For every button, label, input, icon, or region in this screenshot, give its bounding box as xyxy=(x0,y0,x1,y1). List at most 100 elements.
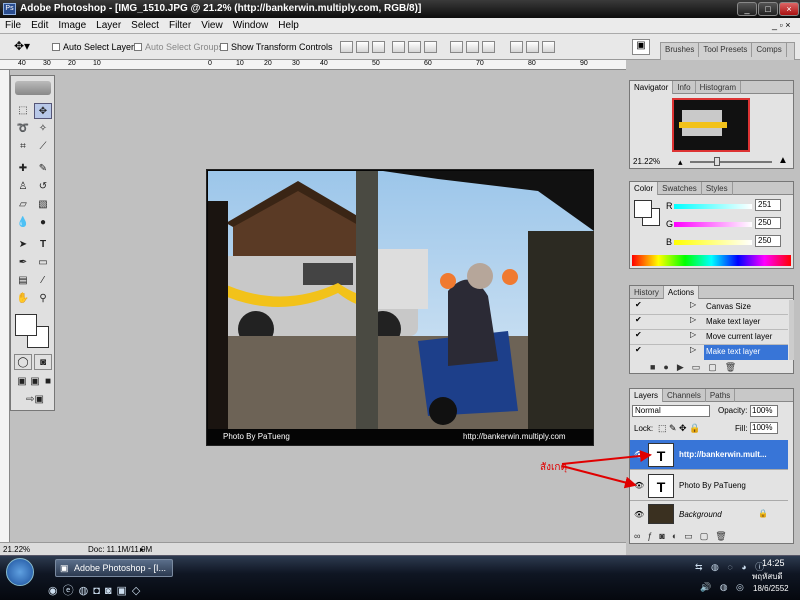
tab-paths[interactable]: Paths xyxy=(706,389,736,402)
list-item[interactable]: ✔ ▷ Make text layer xyxy=(630,345,788,360)
gradient-tool-icon[interactable]: ▧ xyxy=(34,197,52,213)
menu-select[interactable]: Select xyxy=(126,18,164,34)
list-item[interactable]: ✔ ▷ Move current layer xyxy=(630,330,788,345)
slice-tool-icon[interactable]: ⟋ xyxy=(34,139,52,155)
align-vcenter-button[interactable] xyxy=(356,41,369,53)
menu-window[interactable]: Window xyxy=(228,18,274,34)
pen-tool-icon[interactable]: ✒ xyxy=(14,255,32,271)
eyedropper-tool-icon[interactable]: ⁄ xyxy=(34,273,52,289)
foreground-color-swatch[interactable] xyxy=(15,314,37,336)
menu-file[interactable]: File xyxy=(0,18,26,34)
navigator-zoom-slider[interactable] xyxy=(690,161,772,163)
healing-brush-tool-icon[interactable]: ✚ xyxy=(14,161,32,177)
tab-history[interactable]: History xyxy=(630,286,664,299)
layer-controls[interactable]: ∞ƒ◙◐▭▢🗑 xyxy=(634,531,734,542)
zoom-in-icon[interactable]: ▲ xyxy=(778,155,788,166)
quick-mask-icon[interactable]: ◙ xyxy=(34,354,52,370)
taskbar-task-photoshop[interactable]: ▣ Adobe Photoshop - [I... xyxy=(55,559,173,577)
navigator-zoom-thumb[interactable] xyxy=(714,157,720,166)
tab-actions[interactable]: Actions xyxy=(663,286,700,299)
tray-date[interactable]: 18/6/2552 xyxy=(753,584,789,593)
navigator-zoom-value[interactable]: 21.22% xyxy=(633,157,660,166)
tab-color[interactable]: Color xyxy=(630,182,659,195)
shape-tool-icon[interactable]: ▭ xyxy=(34,255,52,271)
history-brush-tool-icon[interactable]: ↺ xyxy=(34,179,52,195)
brush-tool-icon[interactable]: ✎ xyxy=(34,161,52,177)
palette-well-tool-presets-tab[interactable]: Tool Presets xyxy=(699,43,753,57)
distribute-hcenter-button[interactable] xyxy=(526,41,539,53)
fill-input[interactable]: 100% xyxy=(750,422,778,434)
type-tool-icon[interactable]: T xyxy=(34,237,52,253)
b-slider[interactable] xyxy=(674,240,752,245)
tab-histogram[interactable]: Histogram xyxy=(696,81,742,94)
auto-select-groups-checkbox[interactable] xyxy=(134,43,142,51)
dodge-tool-icon[interactable]: ● xyxy=(34,215,52,231)
g-value-input[interactable]: 250 xyxy=(755,217,781,229)
standard-mode-icon[interactable]: ◯ xyxy=(14,354,32,370)
marquee-tool-icon[interactable]: ⬚ xyxy=(14,103,32,119)
distribute-vcenter-button[interactable] xyxy=(466,41,479,53)
auto-select-layer-option[interactable]: Auto Select Layer xyxy=(52,42,134,52)
tray-time[interactable]: 14:25 xyxy=(762,558,785,568)
notes-tool-icon[interactable]: ▤ xyxy=(14,273,32,289)
tab-swatches[interactable]: Swatches xyxy=(658,182,702,195)
path-selection-tool-icon[interactable]: ➤ xyxy=(14,237,32,253)
g-slider[interactable] xyxy=(674,222,752,227)
zoom-tool-icon[interactable]: ⚲ xyxy=(34,291,52,307)
quick-launch-icons[interactable]: ◉ⓔ◍◘◙▣◇ xyxy=(48,582,145,598)
maximize-button[interactable]: □ xyxy=(758,2,778,16)
tab-channels[interactable]: Channels xyxy=(663,389,706,402)
tab-layers[interactable]: Layers xyxy=(630,389,664,402)
align-left-button[interactable] xyxy=(392,41,405,53)
blend-mode-select[interactable]: Normal xyxy=(632,405,710,417)
tab-navigator[interactable]: Navigator xyxy=(630,81,674,94)
hand-tool-icon[interactable]: ✋ xyxy=(14,291,32,307)
distribute-left-button[interactable] xyxy=(510,41,523,53)
color-panel-foreground[interactable] xyxy=(634,200,652,218)
align-right-button[interactable] xyxy=(424,41,437,53)
layer-row-background[interactable]: 👁 Background 🔒 xyxy=(630,502,788,528)
palette-well-brushes-tab[interactable]: Brushes xyxy=(661,43,700,57)
r-slider[interactable] xyxy=(674,204,752,209)
distribute-right-button[interactable] xyxy=(542,41,555,53)
palette-well-comps-tab[interactable]: Comps xyxy=(752,43,787,57)
tray-day[interactable]: พฤหัสบดี xyxy=(752,570,783,583)
menu-image[interactable]: Image xyxy=(53,18,91,34)
align-hcenter-button[interactable] xyxy=(408,41,421,53)
crop-tool-icon[interactable]: ⌗ xyxy=(14,139,32,155)
document-canvas[interactable]: Photo By PaTueng http://bankerwin.multip… xyxy=(206,169,594,446)
action-controls[interactable]: ■●▶▭▢🗑 xyxy=(650,362,744,373)
blur-tool-icon[interactable]: 💧 xyxy=(14,215,32,231)
menu-edit[interactable]: Edit xyxy=(26,18,53,34)
show-transform-controls-checkbox[interactable] xyxy=(220,43,228,51)
color-ramp[interactable] xyxy=(632,255,791,266)
auto-select-groups-option[interactable]: Auto Select Groups xyxy=(134,42,223,52)
actions-scrollbar[interactable] xyxy=(789,300,794,360)
align-bottom-button[interactable] xyxy=(372,41,385,53)
eraser-tool-icon[interactable]: ▱ xyxy=(14,197,32,213)
tab-info[interactable]: Info xyxy=(673,81,696,94)
list-item[interactable]: ✔ ▷ Make text layer xyxy=(630,315,788,330)
move-tool-icon[interactable]: ✥ xyxy=(34,103,52,119)
clone-stamp-tool-icon[interactable]: ♙ xyxy=(14,179,32,195)
lasso-tool-icon[interactable]: ➰ xyxy=(14,121,32,137)
tray-icons-lower[interactable]: 🔊 ◍ ◎ xyxy=(700,582,747,593)
distribute-top-button[interactable] xyxy=(450,41,463,53)
r-value-input[interactable]: 251 xyxy=(755,199,781,211)
b-value-input[interactable]: 250 xyxy=(755,235,781,247)
minimize-button[interactable]: _ xyxy=(737,2,757,16)
menu-help[interactable]: Help xyxy=(273,18,304,34)
zoom-out-icon[interactable]: ▴ xyxy=(678,157,683,168)
list-item[interactable]: ✔ ▷ Canvas Size xyxy=(630,300,788,315)
file-browser-icon[interactable]: ▣ xyxy=(632,39,650,55)
distribute-bottom-button[interactable] xyxy=(482,41,495,53)
menu-layer[interactable]: Layer xyxy=(91,18,126,34)
move-tool-preset-icon[interactable]: ✥▾ xyxy=(14,39,30,53)
lock-icons[interactable]: ⬚ ✎ ✥ 🔒 xyxy=(658,423,700,434)
opacity-input[interactable]: 100% xyxy=(750,405,778,417)
start-button[interactable] xyxy=(6,558,34,586)
screen-mode-full-icon[interactable]: ■ xyxy=(39,374,57,390)
auto-select-layer-checkbox[interactable] xyxy=(52,43,60,51)
tab-styles[interactable]: Styles xyxy=(702,182,733,195)
menu-view[interactable]: View xyxy=(196,18,228,34)
